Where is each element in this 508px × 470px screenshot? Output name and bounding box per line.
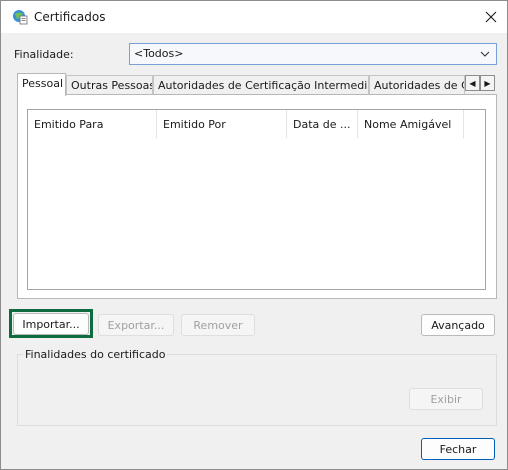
tab-panel: Emitido Para Emitido Por Data de ... Nom… <box>17 94 497 299</box>
tab-strip: Pessoal Outras Pessoas Autoridades de Ce… <box>17 73 497 96</box>
fechar-button[interactable]: Fechar <box>421 438 495 460</box>
column-header-data[interactable]: Data de ... <box>287 110 358 138</box>
tab-outras-pessoas[interactable]: Outras Pessoas <box>66 75 153 95</box>
avancado-button[interactable]: Avançado <box>421 314 495 336</box>
title-bar: Certificados <box>1 1 507 33</box>
close-button[interactable] <box>477 5 505 29</box>
exportar-button[interactable]: Exportar... <box>98 314 174 336</box>
tab-pessoal[interactable]: Pessoal <box>17 73 66 96</box>
chevron-left-icon: ◀ <box>469 78 476 88</box>
tab-autoridades-intermediarias[interactable]: Autoridades de Certificação Intermediári… <box>153 75 369 95</box>
chevron-right-icon: ▶ <box>484 78 491 88</box>
certificates-dialog: Certificados Finalidade: <Todos> Pessoal… <box>0 0 508 470</box>
column-header-emitido-por[interactable]: Emitido Por <box>157 110 287 138</box>
remover-button[interactable]: Remover <box>181 314 255 336</box>
list-header: Emitido Para Emitido Por Data de ... Nom… <box>28 110 485 138</box>
certificate-icon <box>12 9 28 25</box>
exibir-button[interactable]: Exibir <box>409 388 483 410</box>
close-icon <box>485 11 497 23</box>
finalidades-group-label: Finalidades do certificado <box>23 348 168 361</box>
column-header-nome-amigavel[interactable]: Nome Amigável <box>358 110 464 138</box>
tab-scroll-left-button[interactable]: ◀ <box>465 75 480 91</box>
chevron-down-icon <box>480 51 490 57</box>
finalidade-select[interactable]: <Todos> <box>129 43 497 65</box>
window-title: Certificados <box>34 10 106 24</box>
finalidade-label: Finalidade: <box>14 48 74 61</box>
finalidade-selected-value: <Todos> <box>134 47 184 60</box>
certificate-list[interactable]: Emitido Para Emitido Por Data de ... Nom… <box>27 109 486 290</box>
tab-scroll-right-button[interactable]: ▶ <box>480 75 495 91</box>
tab-autoridades-raiz[interactable]: Autoridades de Ce <box>369 75 465 95</box>
column-header-emitido-para[interactable]: Emitido Para <box>28 110 157 138</box>
importar-button[interactable]: Importar... <box>13 313 89 335</box>
